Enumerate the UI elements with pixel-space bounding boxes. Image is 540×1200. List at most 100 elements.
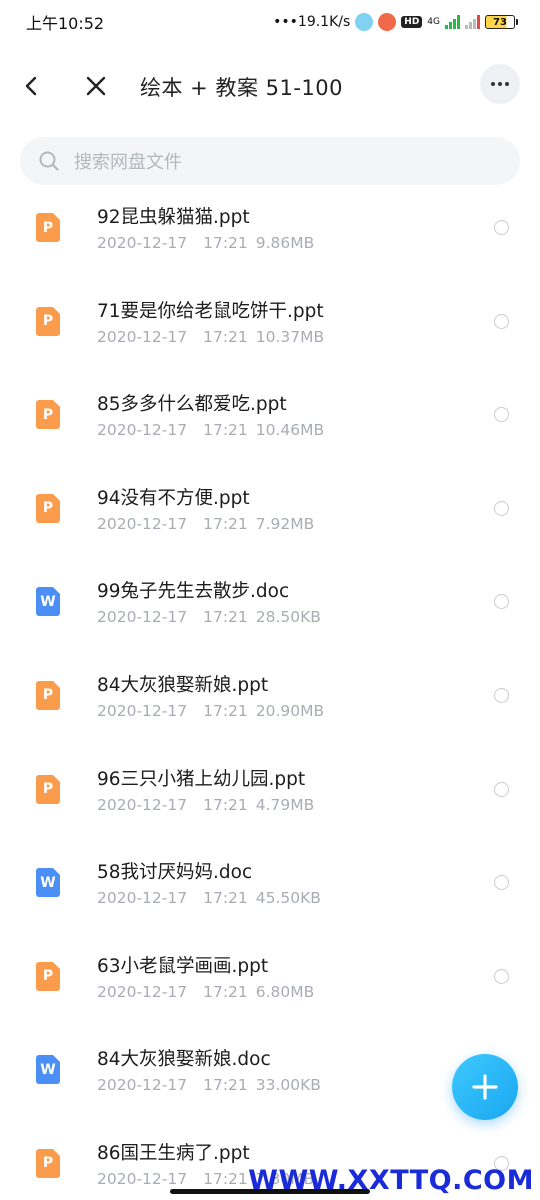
battery-level: 73 (485, 15, 515, 29)
close-icon (86, 76, 106, 96)
file-size: 20.90MB (255, 701, 325, 720)
watermark: WWW.XXTTQ.COM (248, 1165, 534, 1196)
file-row[interactable]: P 63小老鼠学画画.ppt 2020-12-17 17:21 6.80MB (0, 930, 540, 1024)
file-size: 7.92MB (255, 514, 315, 533)
network-type: 4G (427, 17, 440, 27)
file-time: 17:21 (203, 982, 248, 1001)
select-radio[interactable] (494, 968, 509, 984)
status-icons: •••19.1K/s HD 4G 73 (273, 13, 518, 31)
file-meta: 2020-12-17 17:21 28.50KB (97, 608, 321, 626)
ppt-file-icon: P (36, 213, 60, 242)
file-size: 28.50KB (255, 608, 321, 627)
file-size: 10.37MB (255, 327, 325, 346)
page-title: 绘本 + 教案 51-100 (140, 76, 344, 100)
search-icon (38, 150, 60, 172)
file-time: 17:21 (203, 889, 248, 908)
file-date: 2020-12-17 (97, 608, 188, 627)
ppt-file-icon: P (36, 1148, 60, 1178)
file-row[interactable]: P 94没有不方便.ppt 2020-12-17 17:21 7.92MB (0, 462, 540, 556)
ppt-file-icon: P (36, 493, 60, 523)
file-date: 2020-12-17 (97, 421, 188, 440)
hd-icon: HD (401, 16, 423, 28)
select-radio[interactable] (494, 500, 509, 516)
network-speed: •••19.1K/s (273, 14, 351, 30)
file-name: 86国王生病了.ppt (97, 1142, 250, 1164)
file-time: 17:21 (203, 421, 248, 440)
file-size: 10.46MB (255, 421, 325, 440)
file-date: 2020-12-17 (97, 514, 188, 533)
file-time: 17:21 (203, 514, 248, 533)
file-date: 2020-12-17 (97, 795, 188, 814)
close-button[interactable] (76, 66, 116, 106)
file-size: 45.50KB (255, 889, 321, 908)
signal-2-icon (465, 15, 480, 29)
file-date: 2020-12-17 (97, 701, 188, 720)
search-placeholder: 搜索网盘文件 (74, 152, 182, 173)
word-file-icon: W (36, 868, 60, 898)
file-row[interactable]: P 85多多什么都爱吃.ppt 2020-12-17 17:21 10.46MB (0, 368, 540, 462)
file-date: 2020-12-17 (97, 1169, 188, 1188)
plus-icon (472, 1074, 498, 1100)
file-meta: 2020-12-17 17:21 9.86MB (97, 234, 314, 252)
back-button[interactable] (12, 66, 52, 106)
file-date: 2020-12-17 (97, 327, 188, 346)
file-meta: 2020-12-17 17:21 10.37MB (97, 328, 324, 346)
ppt-file-icon: P (36, 961, 60, 991)
file-size: 9.86MB (255, 234, 315, 252)
file-meta: 2020-12-17 17:21 7.92MB (97, 515, 314, 533)
select-radio[interactable] (494, 407, 509, 423)
file-time: 17:21 (203, 327, 248, 346)
file-row[interactable]: P 92昆虫躲猫猫.ppt 2020-12-17 17:21 9.86MB (0, 181, 540, 275)
file-time: 17:21 (203, 795, 248, 814)
file-list: P 92昆虫躲猫猫.ppt 2020-12-17 17:21 9.86MB P 71要是你给… (0, 181, 540, 1200)
file-row[interactable]: W 58我讨厌妈妈.doc 2020-12-17 17:21 45.50KB (0, 836, 540, 930)
signal-icon (445, 15, 460, 29)
file-meta: 2020-12-17 17:21 45.50KB (97, 889, 321, 907)
file-date: 2020-12-17 (97, 1076, 188, 1095)
file-date: 2020-12-17 (97, 982, 188, 1001)
word-file-icon: W (36, 1055, 60, 1085)
status-time: 上午10:52 (26, 14, 105, 33)
file-name: 85多多什么都爱吃.ppt (97, 394, 287, 416)
file-time: 17:21 (203, 234, 248, 252)
header: 绘本 + 教案 51-100 (0, 60, 540, 112)
file-size: 6.80MB (255, 982, 315, 1001)
add-button[interactable] (452, 1054, 518, 1120)
file-name: 99兔子先生去散步.doc (97, 581, 290, 603)
file-meta: 2020-12-17 17:21 6.80MB (97, 983, 314, 1001)
search-input[interactable]: 搜索网盘文件 (20, 137, 520, 185)
select-radio[interactable] (494, 687, 509, 703)
file-name: 94没有不方便.ppt (97, 487, 250, 509)
file-name: 84大灰狼娶新娘.doc (97, 1049, 271, 1071)
status-bar: 上午10:52 •••19.1K/s HD 4G 73 (0, 0, 540, 44)
battery-icon: 73 (485, 15, 518, 29)
file-row[interactable]: P 96三只小猪上幼儿园.ppt 2020-12-17 17:21 4.79MB (0, 743, 540, 837)
select-radio[interactable] (494, 875, 509, 891)
ppt-file-icon: P (36, 306, 60, 336)
ppt-file-icon: P (36, 400, 60, 430)
file-date: 2020-12-17 (97, 889, 188, 908)
file-date: 2020-12-17 (97, 234, 188, 252)
file-row[interactable]: W 99兔子先生去散步.doc 2020-12-17 17:21 28.50KB (0, 555, 540, 649)
file-time: 17:21 (203, 701, 248, 720)
select-radio[interactable] (494, 313, 509, 329)
ppt-file-icon: P (36, 680, 60, 710)
file-meta: 2020-12-17 17:21 20.90MB (97, 702, 324, 720)
file-name: 63小老鼠学画画.ppt (97, 955, 269, 977)
word-file-icon: W (36, 587, 60, 617)
file-size: 33.00KB (255, 1076, 321, 1095)
select-radio[interactable] (494, 594, 509, 610)
file-name: 71要是你给老鼠吃饼干.ppt (97, 300, 324, 322)
select-radio[interactable] (494, 220, 509, 235)
more-options-button[interactable] (480, 64, 520, 104)
file-time: 17:21 (203, 1076, 248, 1095)
file-row[interactable]: P 84大灰狼娶新娘.ppt 2020-12-17 17:21 20.90MB (0, 649, 540, 743)
file-name: 58我讨厌妈妈.doc (97, 862, 253, 884)
select-radio[interactable] (494, 781, 509, 797)
file-meta: 2020-12-17 17:21 33.00KB (97, 1076, 321, 1094)
file-time: 17:21 (203, 1169, 248, 1188)
file-name: 92昆虫躲猫猫.ppt (97, 207, 250, 228)
ppt-file-icon: P (36, 774, 60, 804)
file-row[interactable]: P 71要是你给老鼠吃饼干.ppt 2020-12-17 17:21 10.37MB (0, 275, 540, 369)
chevron-left-icon (25, 76, 37, 96)
